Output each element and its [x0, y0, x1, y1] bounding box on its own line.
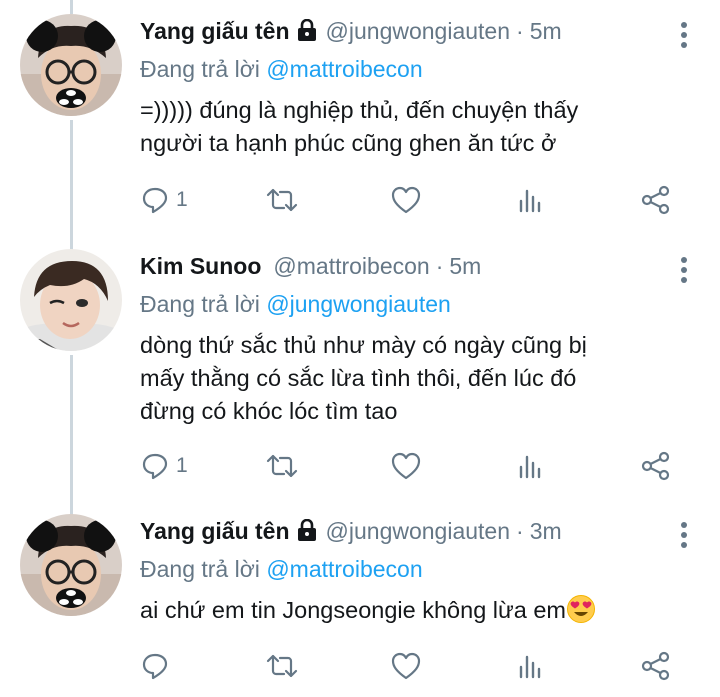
analytics-icon [517, 651, 545, 681]
separator-dot: · [435, 253, 444, 279]
analytics-icon [517, 451, 545, 481]
reply-prefix: Đang trả lời [140, 291, 260, 317]
separator-dot: · [516, 518, 524, 544]
tweet-text-line: người ta hạnh phúc cũng ghen ăn tức ở [140, 130, 557, 156]
reply-context: Đang trả lời @mattroibecon [140, 56, 700, 88]
tweet[interactable]: Yang giấu tên @jungwongiauten · 5m Đang trả… [0, 0, 720, 235]
tweet[interactable]: Kim Sunoo @mattroibecon · 5m Đang trả lời @… [0, 235, 720, 505]
tweet-text: =))))) đúng là nghiệp thủ, đến chuyện th… [140, 94, 700, 160]
like-button[interactable] [390, 648, 422, 684]
like-button[interactable] [390, 182, 422, 218]
action-bar: 1 [140, 182, 700, 218]
reply-icon [140, 451, 170, 481]
reply-icon [140, 651, 170, 681]
tweet-text: dòng thứ sắc thủ như mày có ngày cũng bị… [140, 329, 700, 428]
separator-dot: · [516, 18, 524, 44]
timestamp[interactable]: 3m [530, 518, 562, 544]
like-button[interactable] [390, 448, 422, 484]
display-name[interactable]: Yang giấu tên [140, 18, 290, 44]
analytics-button[interactable] [517, 648, 545, 684]
timestamp[interactable]: 5m [530, 18, 562, 44]
retweet-icon [265, 185, 299, 215]
avatar[interactable] [20, 514, 122, 616]
more-options-icon[interactable] [680, 22, 688, 52]
tweet[interactable]: Yang giấu tên @jungwongiauten · 3m Đang trả… [0, 500, 720, 697]
share-icon [640, 184, 672, 216]
share-icon [640, 650, 672, 682]
tweet-text-line: đừng có khóc lóc tìm tao [140, 398, 398, 424]
analytics-button[interactable] [517, 182, 545, 218]
tweet-text-line: =))))) đúng là nghiệp thủ, đến chuyện th… [140, 97, 579, 123]
action-bar [140, 648, 700, 684]
tweet-header: Yang giấu tên @jungwongiauten · 3m [140, 518, 700, 552]
timestamp[interactable]: 5m [449, 253, 481, 279]
share-icon [640, 450, 672, 482]
heart-icon [390, 185, 422, 215]
share-button[interactable] [640, 182, 672, 218]
tweet-header: Yang giấu tên @jungwongiauten · 5m [140, 18, 700, 52]
share-button[interactable] [640, 448, 672, 484]
display-name[interactable]: Yang giấu tên [140, 518, 290, 544]
reply-mention-link[interactable]: @jungwongiauten [266, 291, 450, 317]
more-options-icon[interactable] [680, 522, 688, 552]
more-options-icon[interactable] [680, 257, 688, 287]
heart-eyes-emoji-icon [566, 594, 596, 633]
reply-button[interactable]: 1 [140, 182, 188, 218]
reply-button[interactable] [140, 648, 176, 684]
retweet-button[interactable] [265, 182, 299, 218]
retweet-button[interactable] [265, 648, 299, 684]
reply-count: 1 [176, 188, 188, 211]
heart-icon [390, 651, 422, 681]
reply-icon [140, 185, 170, 215]
user-handle[interactable]: @jungwongiauten [326, 18, 510, 44]
heart-icon [390, 451, 422, 481]
avatar[interactable] [20, 14, 122, 116]
reply-count: 1 [176, 454, 188, 477]
avatar[interactable] [20, 249, 122, 351]
tweet-header: Kim Sunoo @mattroibecon · 5m [140, 253, 700, 287]
reply-mention-link[interactable]: @mattroibecon [266, 556, 422, 582]
tweet-text: ai chứ em tin Jongseongie không lừa em [140, 594, 700, 633]
reply-context: Đang trả lời @jungwongiauten [140, 291, 700, 323]
tweet-text-line: ai chứ em tin Jongseongie không lừa em [140, 594, 700, 633]
retweet-icon [265, 651, 299, 681]
retweet-button[interactable] [265, 448, 299, 484]
analytics-icon [517, 185, 545, 215]
share-button[interactable] [640, 648, 672, 684]
reply-prefix: Đang trả lời [140, 556, 260, 582]
user-handle[interactable]: @jungwongiauten [326, 518, 510, 544]
user-handle[interactable]: @mattroibecon [273, 253, 429, 279]
tweet-text-line: mấy thằng có sắc lừa tình thôi, đến lúc … [140, 365, 577, 391]
reply-button[interactable]: 1 [140, 448, 188, 484]
tweet-text-line: dòng thứ sắc thủ như mày có ngày cũng bị [140, 332, 587, 358]
lock-icon [296, 518, 318, 546]
reply-context: Đang trả lời @mattroibecon [140, 556, 700, 588]
action-bar: 1 [140, 448, 700, 484]
reply-mention-link[interactable]: @mattroibecon [266, 56, 422, 82]
display-name[interactable]: Kim Sunoo [140, 253, 261, 279]
lock-icon [296, 18, 318, 46]
retweet-icon [265, 451, 299, 481]
reply-prefix: Đang trả lời [140, 56, 260, 82]
analytics-button[interactable] [517, 448, 545, 484]
tweet-text-content: ai chứ em tin Jongseongie không lừa em [140, 597, 566, 623]
